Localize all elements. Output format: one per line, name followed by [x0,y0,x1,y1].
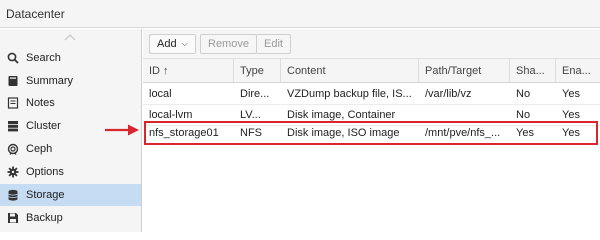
sidebar-item-label: Search [26,52,61,64]
remove-button-label: Remove [208,38,249,50]
column-header-path[interactable]: Path/Target [419,59,510,83]
sidebar-item-label: Ceph [26,143,53,155]
cell-shared: Yes [516,127,534,139]
sidebar-item-label: Summary [26,75,74,87]
cell-path [419,105,510,126]
cell-shared: No [516,109,531,121]
edit-button[interactable]: Edit [256,34,291,54]
sidebar-item-summary[interactable]: Summary [0,70,141,92]
cell-enabled: Yes [562,88,580,100]
cell-id: local-lvm [149,109,193,121]
table-row[interactable]: local-lvm LV... Disk image, Container No… [143,105,600,126]
edit-button-label: Edit [264,38,283,50]
server-icon [6,119,20,133]
cell-content: Disk image, ISO image [287,127,400,139]
sidebar-item-notes[interactable]: Notes [0,92,141,114]
column-header-enabled[interactable]: Ena... [556,59,600,83]
note-icon [6,96,20,110]
sidebar-item-ceph[interactable]: Ceph [0,138,141,160]
add-button-label: Add [157,38,177,50]
storage-panel: Add ⌵ Remove Edit ID ↑ Type Content Path… [143,29,600,232]
cell-shared: No [516,88,531,100]
cell-id: local [149,88,172,100]
title-bar: Datacenter [0,0,600,28]
cell-type: LV... [240,109,261,121]
sidebar-item-label: Cluster [26,120,61,132]
sidebar-item-label: Backup [26,212,63,224]
search-icon [6,51,20,65]
cell-type: Dire... [240,88,270,100]
chevron-down-icon: ⌵ [181,39,188,48]
annotation-arrow-icon [105,124,139,136]
remove-button[interactable]: Remove [200,34,257,54]
sidebar-item-label: Notes [26,97,55,109]
sidebar-item-storage[interactable]: Storage [0,184,141,206]
column-header-shared[interactable]: Sha... [510,59,556,83]
window-title: Datacenter [6,7,65,21]
table-header: ID ↑ Type Content Path/Target Sha... Ena… [143,59,600,83]
cell-content: VZDump backup file, IS... [287,88,412,100]
column-header-content[interactable]: Content [281,59,419,83]
sidebar-item-search[interactable]: Search [0,47,141,69]
sidebar-item-label: Storage [26,189,65,201]
cell-content: Disk image, Container [287,109,396,121]
book-icon [6,74,20,88]
table-row[interactable]: local Dire... VZDump backup file, IS... … [143,84,600,105]
gear-icon [6,165,20,179]
floppy-icon [6,211,20,225]
sidebar-item-label: Options [26,166,64,178]
toolbar: Add ⌵ Remove Edit [143,29,600,59]
cell-type: NFS [240,127,262,139]
ceph-icon [6,142,20,156]
add-button[interactable]: Add ⌵ [149,34,196,54]
column-header-type[interactable]: Type [234,59,281,83]
cell-id: nfs_storage01 [149,127,219,139]
cell-path: /var/lib/vz [425,88,472,100]
cell-enabled: Yes [562,109,580,121]
database-icon [6,188,20,202]
column-header-id[interactable]: ID ↑ [143,59,234,83]
table-row[interactable]: nfs_storage01 NFS Disk image, ISO image … [143,124,600,143]
sidebar-item-backup[interactable]: Backup [0,207,141,229]
cell-path: /mnt/pve/nfs_... [425,127,501,139]
sidebar-item-options[interactable]: Options [0,161,141,183]
cell-enabled: Yes [562,127,580,139]
scroll-up-icon[interactable] [64,33,76,41]
